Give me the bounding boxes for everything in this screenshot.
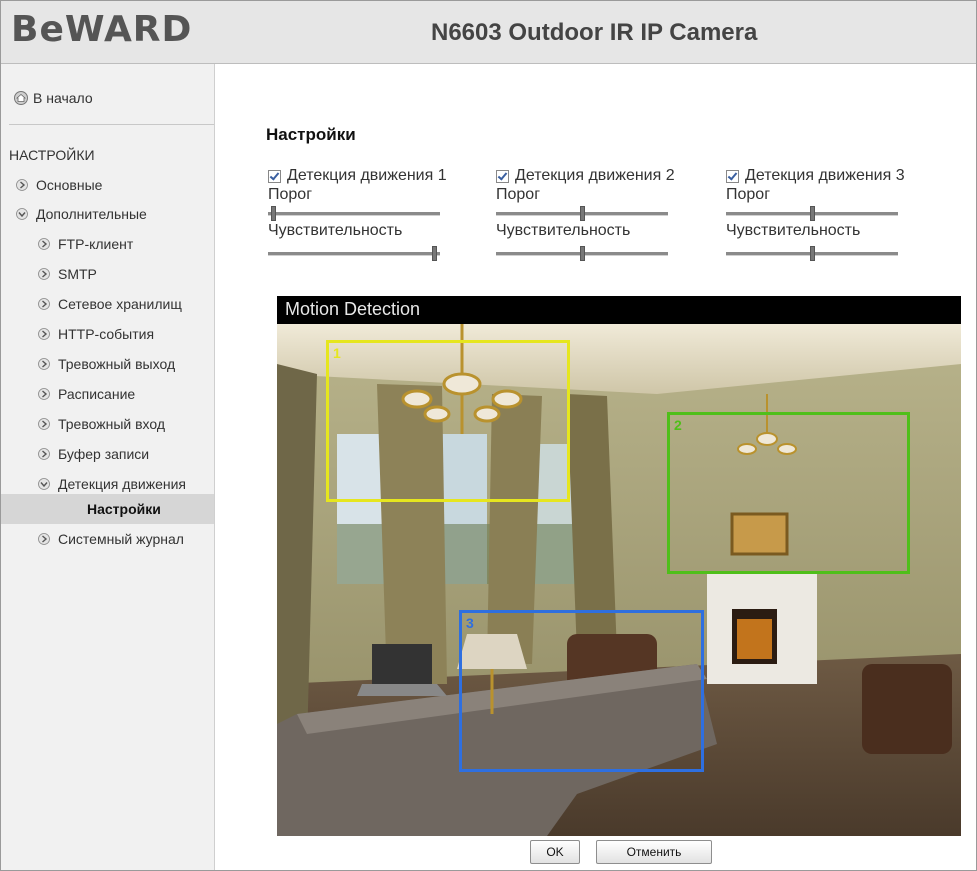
sidebar-item-advanced[interactable]: Дополнительные	[16, 206, 147, 222]
detection-1-checkbox[interactable]	[268, 169, 281, 183]
detection-column-3: Детекция движения 3 Порог Чувствительнос…	[726, 166, 958, 261]
slider-track	[268, 252, 440, 256]
header-bar: BeWARD N6603 Outdoor IR IP Camera	[1, 1, 976, 64]
sidebar-item-alarm-output[interactable]: Тревожный выход	[38, 356, 175, 372]
detection-checkbox-row[interactable]: Детекция движения 1	[268, 166, 500, 186]
home-icon	[14, 91, 28, 105]
motion-zone-2[interactable]: 2	[667, 412, 910, 574]
detection-checkbox-row[interactable]: Детекция движения 3	[726, 166, 958, 186]
chevron-right-icon	[16, 179, 28, 191]
slider-thumb[interactable]	[580, 246, 585, 261]
detection-column-1: Детекция движения 1 Порог Чувствительнос…	[268, 166, 500, 261]
slider-thumb[interactable]	[271, 206, 276, 221]
detection-label: Детекция движения 2	[515, 167, 675, 184]
sidebar-item-label: Детекция движения	[58, 476, 186, 492]
chevron-right-icon	[38, 328, 50, 340]
sidebar-item-label: Расписание	[58, 386, 136, 402]
sidebar-item-motion-detection[interactable]: Детекция движения	[38, 476, 186, 492]
page-title: Настройки	[266, 125, 356, 144]
home-link[interactable]: В начало	[14, 90, 93, 106]
chevron-right-icon	[38, 533, 50, 545]
detection-checkbox-row[interactable]: Детекция движения 2	[496, 166, 728, 186]
detection-label: Детекция движения 3	[745, 167, 905, 184]
slider-thumb[interactable]	[810, 206, 815, 221]
sensitivity-slider[interactable]	[268, 246, 440, 261]
slider-thumb[interactable]	[432, 246, 437, 261]
sidebar: В начало НАСТРОЙКИ Основные Дополнительн…	[1, 64, 215, 870]
motion-detection-video[interactable]: Motion Detection 1 2 3	[277, 296, 961, 836]
sidebar-item-settings-label: Настройки	[87, 501, 161, 517]
sidebar-item-network-storage[interactable]: Сетевое хранилищ	[38, 296, 182, 312]
chevron-right-icon	[38, 418, 50, 430]
slider-track	[268, 212, 440, 216]
sidebar-item-schedule[interactable]: Расписание	[38, 386, 135, 402]
threshold-label: Порог	[496, 186, 541, 203]
sensitivity-slider[interactable]	[726, 246, 898, 261]
sidebar-item-system-log[interactable]: Системный журнал	[38, 531, 184, 547]
cancel-button[interactable]: Отменить	[596, 840, 712, 864]
threshold-slider[interactable]	[268, 206, 440, 221]
brand-logo: BeWARD	[11, 9, 193, 50]
sidebar-item-label: SMTP	[58, 266, 97, 282]
chevron-right-icon	[38, 268, 50, 280]
ok-button[interactable]: OK	[530, 840, 580, 864]
detection-column-2: Детекция движения 2 Порог Чувствительнос…	[496, 166, 728, 261]
sidebar-item-basic[interactable]: Основные	[16, 177, 102, 193]
threshold-label: Порог	[726, 186, 771, 203]
sidebar-item-smtp[interactable]: SMTP	[38, 266, 97, 282]
slider-thumb[interactable]	[580, 206, 585, 221]
motion-zone-1[interactable]: 1	[326, 340, 570, 502]
sidebar-item-label: Сетевое хранилищ	[58, 296, 182, 312]
chevron-right-icon	[38, 298, 50, 310]
chevron-down-icon	[16, 208, 28, 220]
threshold-slider[interactable]	[726, 206, 898, 221]
sidebar-item-label: FTP-клиент	[58, 236, 134, 252]
sidebar-item-http-events[interactable]: HTTP-события	[38, 326, 154, 342]
sidebar-item-label: Основные	[36, 177, 103, 193]
chevron-right-icon	[38, 448, 50, 460]
sidebar-item-label: Системный журнал	[58, 531, 184, 547]
threshold-label: Порог	[268, 186, 313, 203]
detection-3-checkbox[interactable]	[726, 169, 739, 183]
chevron-right-icon	[38, 238, 50, 250]
sidebar-item-label: Буфер записи	[58, 446, 150, 462]
sidebar-item-record-buffer[interactable]: Буфер записи	[38, 446, 149, 462]
chevron-right-icon	[38, 358, 50, 370]
chevron-down-icon	[38, 478, 50, 490]
sidebar-item-label: Тревожный выход	[58, 356, 176, 372]
sidebar-item-ftp[interactable]: FTP-клиент	[38, 236, 133, 252]
sidebar-item-label: Дополнительные	[36, 206, 147, 222]
sensitivity-label: Чувствительность	[496, 222, 631, 239]
sidebar-item-label: Тревожный вход	[58, 416, 166, 432]
sidebar-item-alarm-input[interactable]: Тревожный вход	[38, 416, 165, 432]
slider-thumb[interactable]	[810, 246, 815, 261]
settings-section-title: НАСТРОЙКИ	[9, 147, 95, 163]
detection-2-checkbox[interactable]	[496, 169, 509, 183]
chevron-right-icon	[38, 388, 50, 400]
sidebar-item-label: HTTP-события	[58, 326, 155, 342]
product-title: N6603 Outdoor IR IP Camera	[431, 19, 758, 46]
sensitivity-slider[interactable]	[496, 246, 668, 261]
sensitivity-label: Чувствительность	[268, 222, 403, 239]
video-title: Motion Detection	[285, 299, 421, 319]
zone-number: 1	[333, 345, 341, 361]
detection-label: Детекция движения 1	[287, 167, 447, 184]
threshold-slider[interactable]	[496, 206, 668, 221]
home-label: В начало	[33, 90, 93, 106]
sidebar-divider	[9, 124, 214, 125]
zone-number: 2	[674, 417, 682, 433]
motion-zone-3[interactable]: 3	[459, 610, 704, 772]
sensitivity-label: Чувствительность	[726, 222, 861, 239]
zone-number: 3	[466, 615, 474, 631]
